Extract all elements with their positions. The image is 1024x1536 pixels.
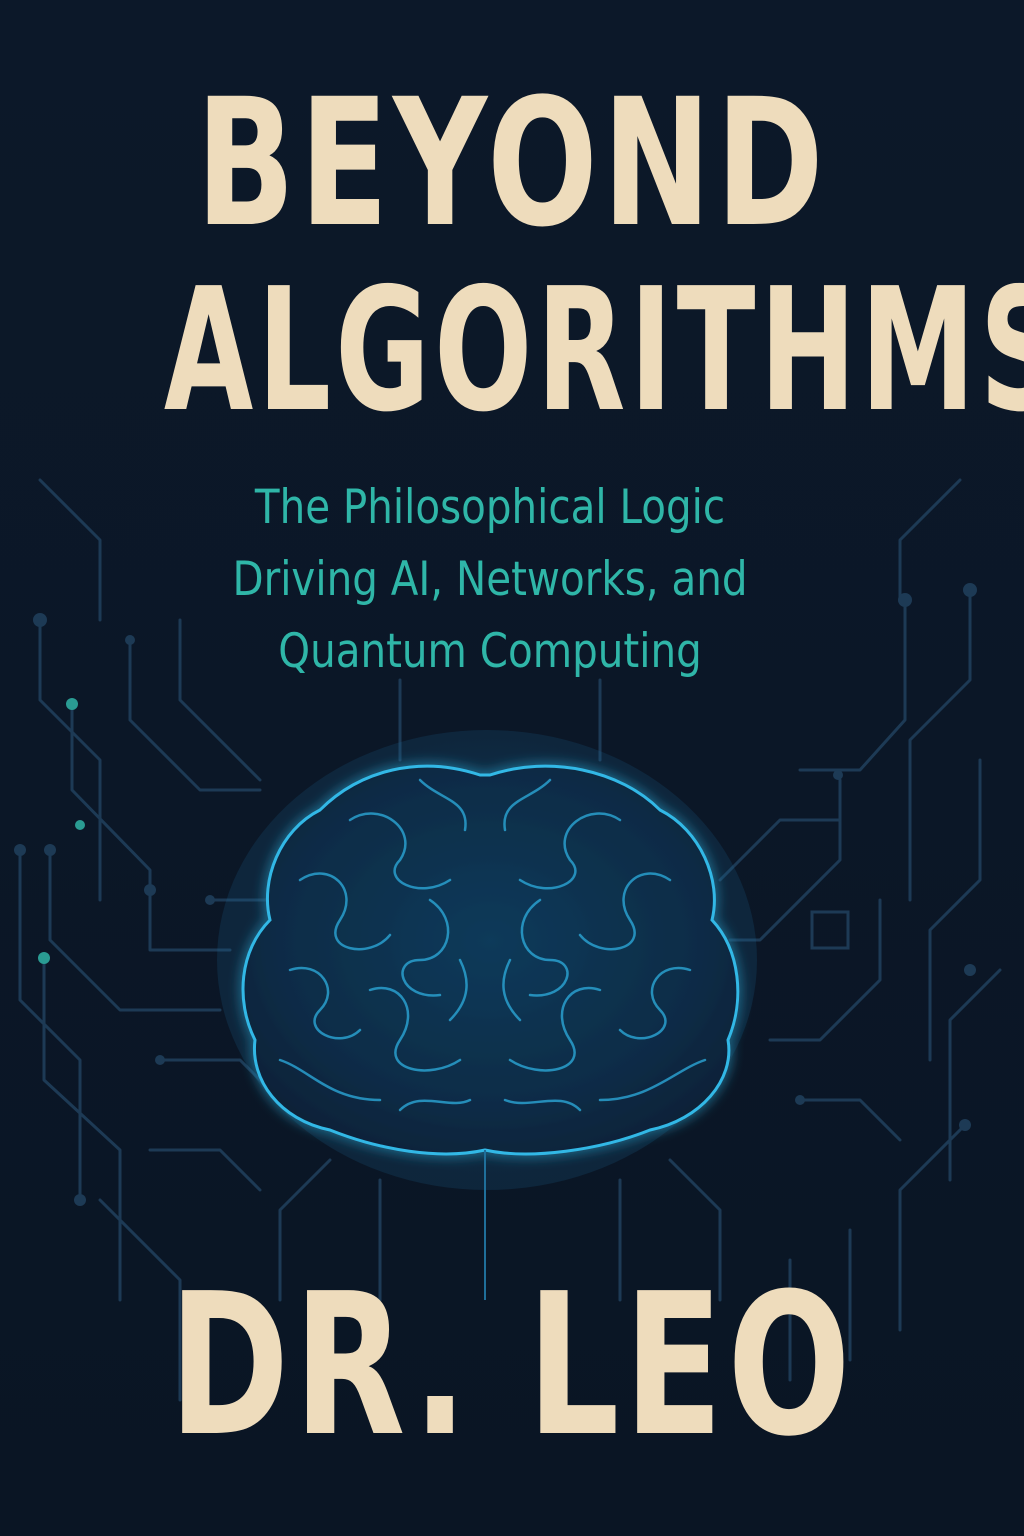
- title-line-1: BEYOND: [195, 61, 829, 266]
- subtitle-line-3: Quantum Computing: [278, 624, 702, 679]
- subtitle-line-2: Driving AI, Networks, and: [232, 552, 748, 607]
- subtitle-line-1: The Philosophical Logic: [254, 480, 726, 535]
- author-name: DR. LEO: [168, 1252, 856, 1480]
- subtitle: The Philosophical Logic Driving AI, Netw…: [180, 472, 799, 688]
- title-line-2: ALGORITHMS: [163, 252, 1024, 450]
- book-cover: BEYOND ALGORITHMS The Philosophical Logi…: [0, 0, 1024, 1536]
